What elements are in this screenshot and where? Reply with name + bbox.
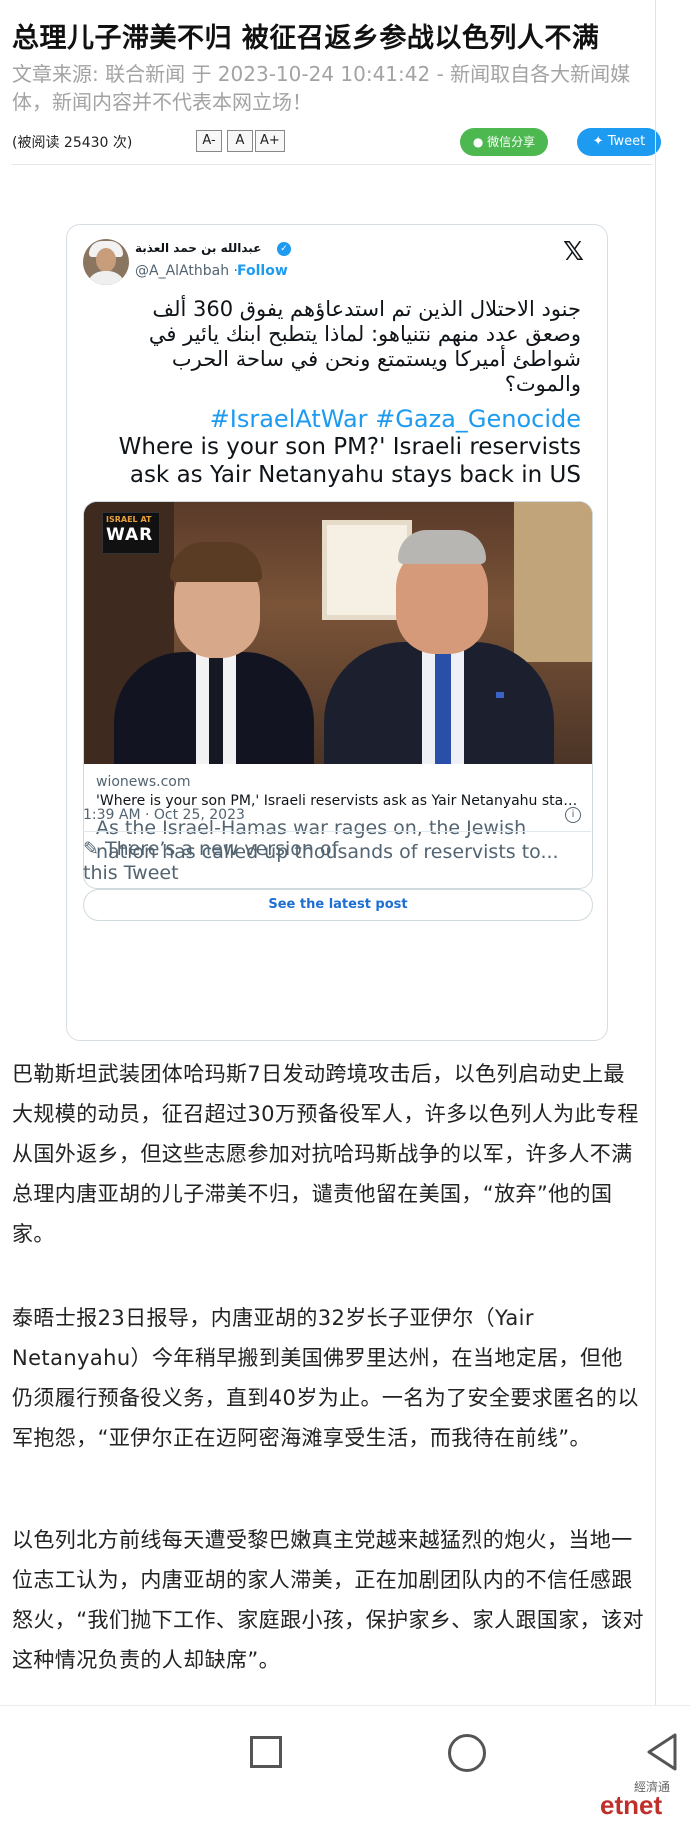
person-right-tie: [435, 650, 451, 764]
tweet-english-text: Where is your son PM?' Israeli reservist…: [118, 434, 581, 488]
new-version-notice: ✎ There’s a new version of this Tweet: [83, 837, 343, 885]
badge-war-text: WAR: [106, 525, 154, 545]
info-icon[interactable]: i: [565, 807, 581, 823]
avatar[interactable]: [83, 239, 129, 285]
etnet-watermark-logo: etnet: [600, 1790, 663, 1820]
wechat-share-label: 微信分享: [487, 135, 536, 149]
tweet-arabic-text: جنود الاحتلال الذين تم استدعاؤهم يفوق 36…: [148, 297, 581, 396]
wechat-icon: ●: [472, 135, 484, 149]
verified-badge-icon: ✓: [277, 242, 291, 256]
tweet-label: Tweet: [607, 134, 646, 149]
embedded-tweet[interactable]: عبدالله بن حمد العذبة ✓ @A_AlAthbah · Fo…: [66, 224, 608, 1041]
avatar-face: [96, 248, 116, 272]
article-page: 总理儿子滞美不归 被征召返乡参战以色列人不满 文章来源: 联合新闻 于 2023…: [0, 0, 661, 1705]
x-logo-icon[interactable]: 𝕏: [563, 237, 584, 267]
avatar-body: [86, 271, 126, 285]
new-version-text: There’s a new version of this Tweet: [83, 838, 339, 884]
article-paragraph: 巴勒斯坦武装团体哈玛斯7日发动跨境攻击后，以色列启动史上最大规模的动员，征召超过…: [12, 1062, 639, 1246]
person-left-tie: [209, 658, 223, 764]
tweet-author-name[interactable]: عبدالله بن حمد العذبة: [135, 241, 261, 255]
article-toolbar: (被阅读 25430 次) A- A A+ ● 微信分享 ✦ Tweet: [12, 124, 661, 160]
article-paragraph: 以色列北方前线每天遭受黎巴嫩真主党越来越猛烈的炮火，当地一位志工认为，内唐亚胡的…: [12, 1528, 644, 1672]
font-smaller-button[interactable]: A-: [196, 130, 222, 152]
back-triangle-icon[interactable]: [645, 1732, 679, 1772]
follow-link[interactable]: Follow: [237, 263, 288, 279]
bird-icon: ✦: [592, 134, 604, 149]
badge-top-text: ISRAEL AT: [106, 515, 152, 524]
article-paragraph: 泰晤士报23日报导，内唐亚胡的32岁长子亚伊尔（Yair Netanyahu）今…: [12, 1306, 639, 1450]
tweet-divider: [83, 831, 591, 832]
read-count: (被阅读 25430 次): [12, 135, 133, 151]
doorway: [514, 502, 592, 662]
font-larger-button[interactable]: A+: [255, 130, 285, 152]
flag-pin: [496, 692, 504, 698]
israel-at-war-badge: ISRAEL AT WAR: [102, 512, 160, 554]
recent-apps-icon[interactable]: [250, 1736, 282, 1768]
see-latest-post-button[interactable]: See the latest post: [83, 889, 593, 921]
scrollbar-track[interactable]: [655, 0, 656, 1705]
font-normal-button[interactable]: A: [227, 130, 253, 152]
article-meta: 文章来源: 联合新闻 于 2023-10-24 10:41:42 - 新闻取自各…: [12, 62, 631, 114]
pencil-icon: ✎: [83, 838, 99, 860]
article-title: 总理儿子滞美不归 被征召返乡参战以色列人不满: [12, 23, 600, 54]
wechat-share-button[interactable]: ● 微信分享: [460, 128, 548, 156]
person-left-hair: [170, 542, 262, 582]
link-preview-image: ISRAEL AT WAR: [84, 502, 592, 764]
android-navigation-bar: 經濟通 etnet: [0, 1705, 690, 1820]
person-right-hair: [398, 530, 486, 564]
tweet-timestamp[interactable]: 1:39 AM · Oct 25, 2023: [83, 807, 245, 823]
home-icon[interactable]: [448, 1734, 486, 1772]
tweet-button[interactable]: ✦ Tweet: [577, 128, 661, 156]
tweet-handle[interactable]: @A_AlAthbah ·: [135, 263, 238, 279]
divider: [12, 164, 652, 165]
tweet-hashtags[interactable]: #IsraelAtWar #Gaza_Genocide: [91, 405, 581, 433]
link-domain: wionews.com: [96, 774, 191, 790]
